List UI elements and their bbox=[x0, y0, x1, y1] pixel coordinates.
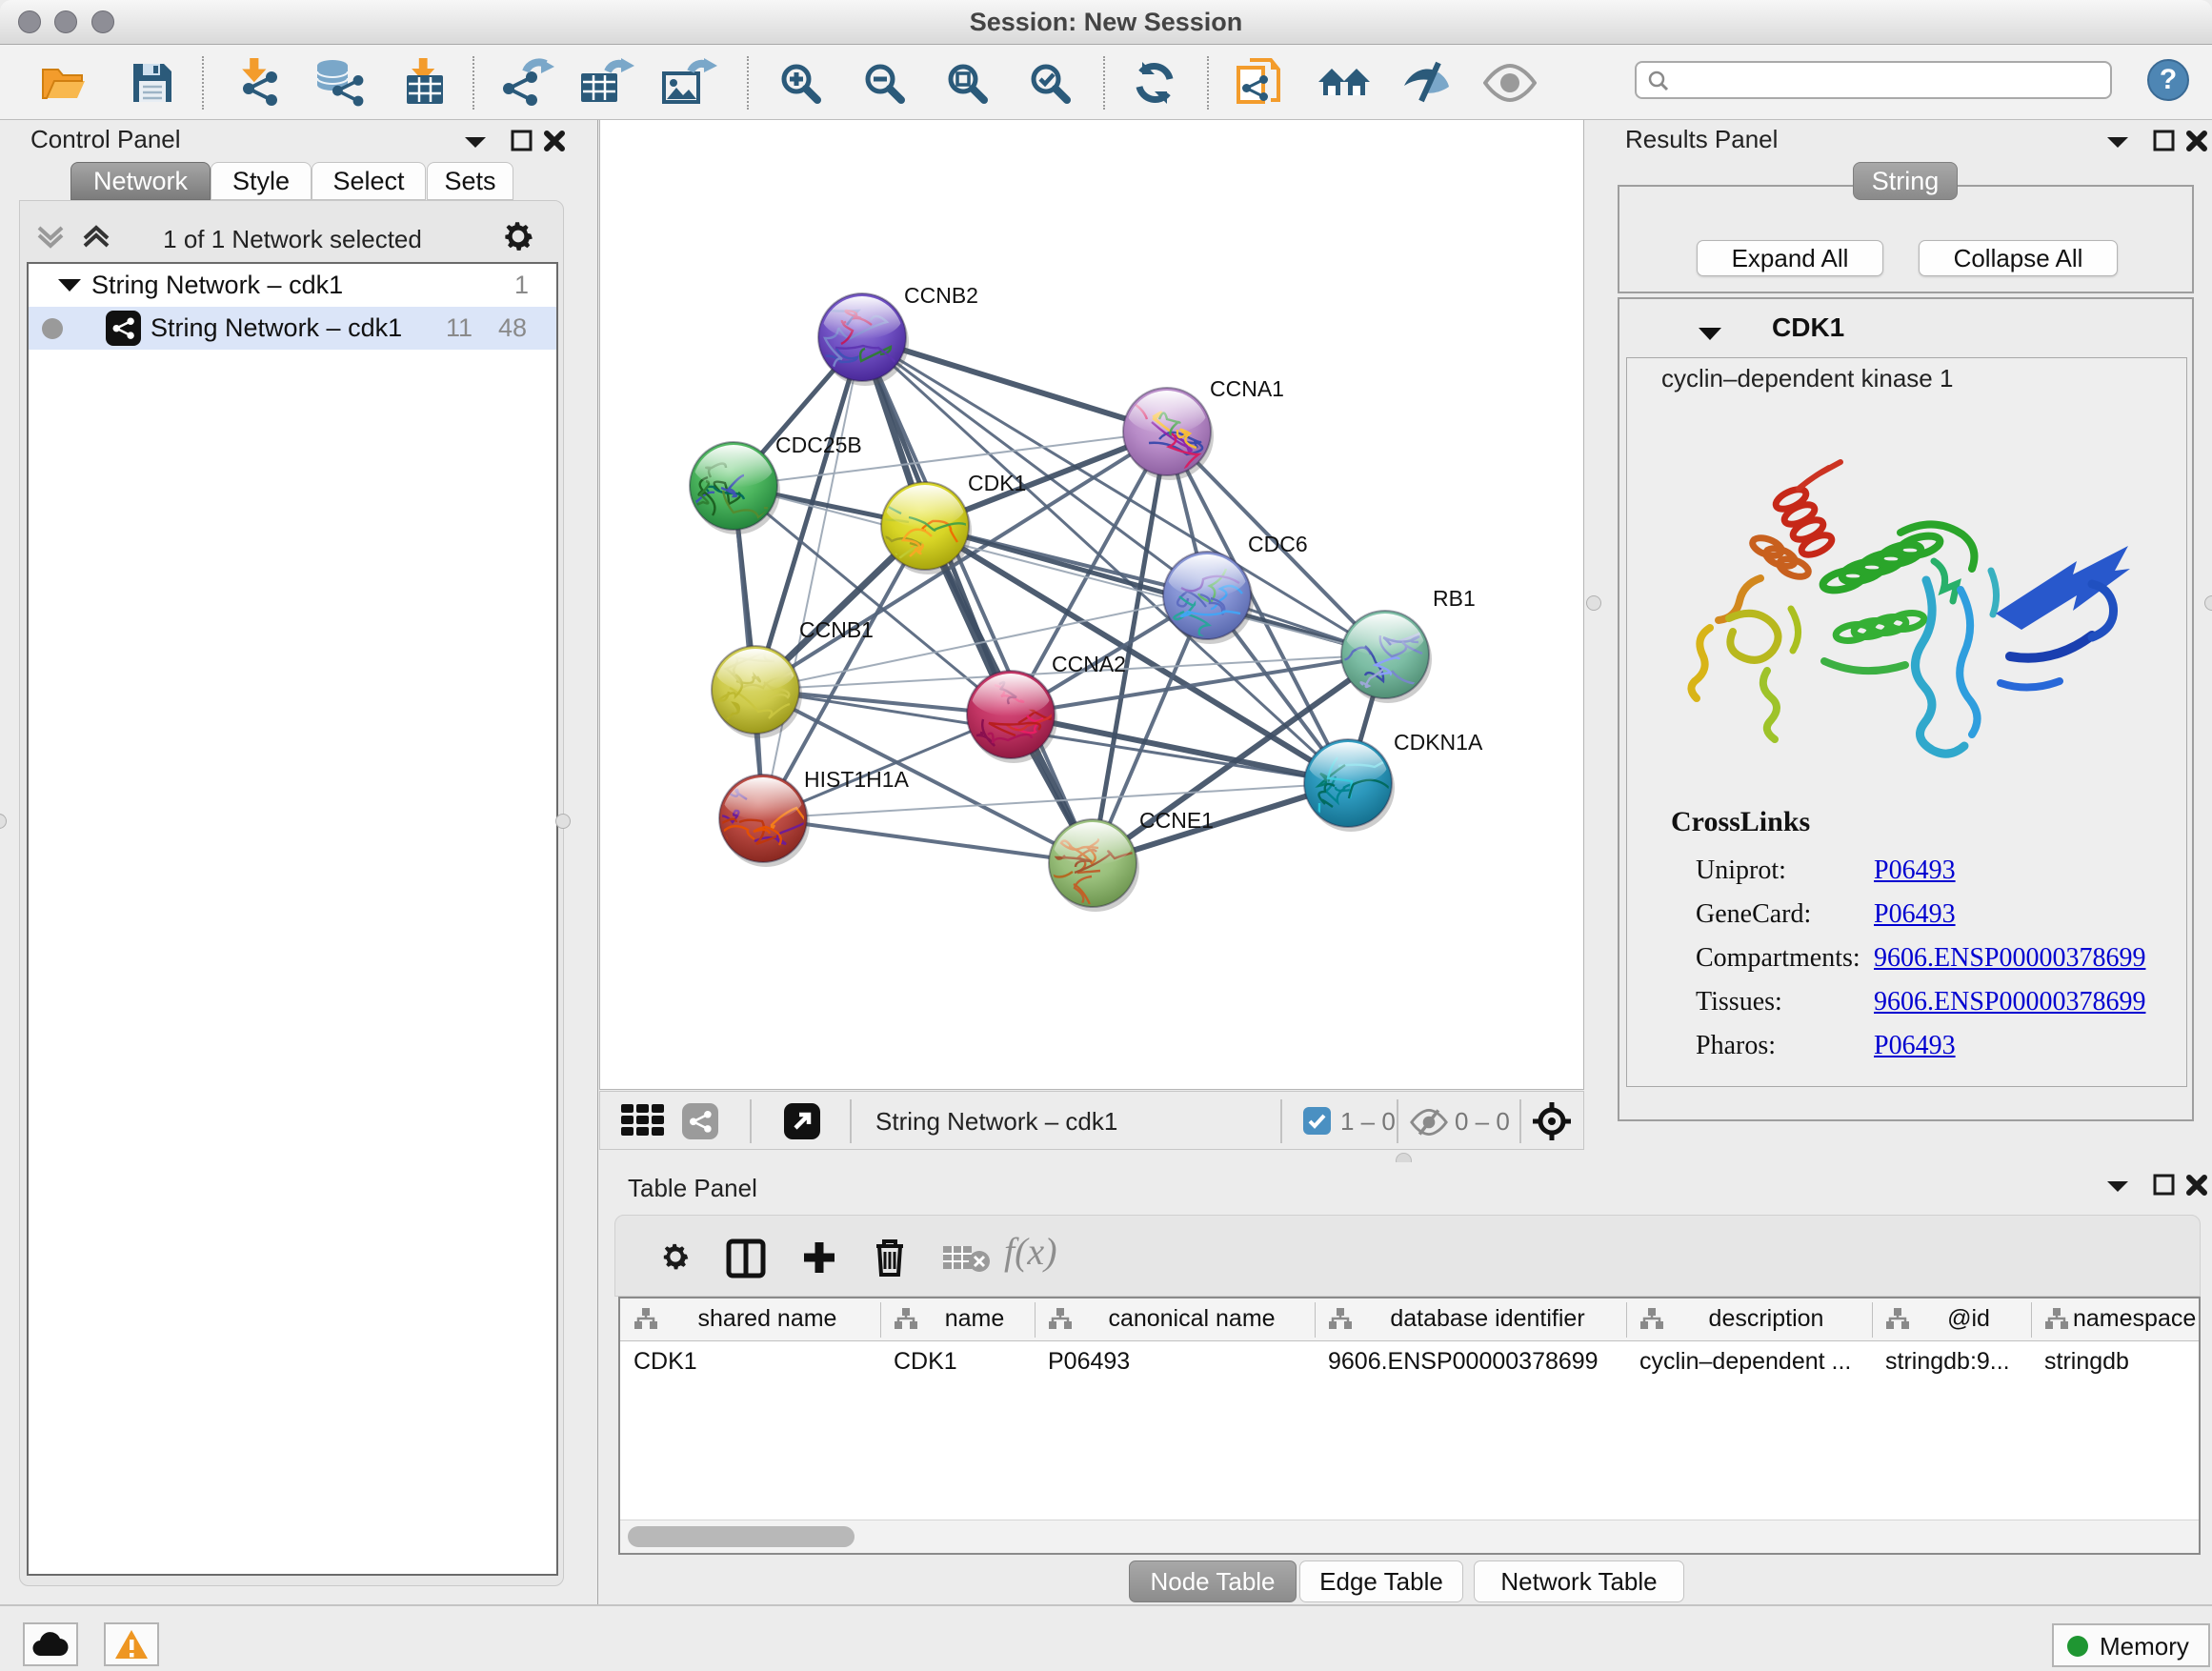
svg-text:CCNB1: CCNB1 bbox=[799, 617, 874, 642]
svg-text:CDK1: CDK1 bbox=[968, 471, 1026, 495]
svg-text:CCNA2: CCNA2 bbox=[1052, 652, 1126, 676]
svg-text:CCNB2: CCNB2 bbox=[904, 283, 978, 308]
svg-text:CDC6: CDC6 bbox=[1248, 532, 1308, 556]
svg-text:HIST1H1A: HIST1H1A bbox=[804, 767, 910, 792]
svg-text:CDC25B: CDC25B bbox=[775, 433, 862, 457]
svg-text:CCNE1: CCNE1 bbox=[1139, 808, 1214, 833]
svg-text:RB1: RB1 bbox=[1433, 586, 1476, 611]
svg-text:CDKN1A: CDKN1A bbox=[1394, 730, 1483, 755]
svg-text:CCNA1: CCNA1 bbox=[1210, 376, 1284, 401]
